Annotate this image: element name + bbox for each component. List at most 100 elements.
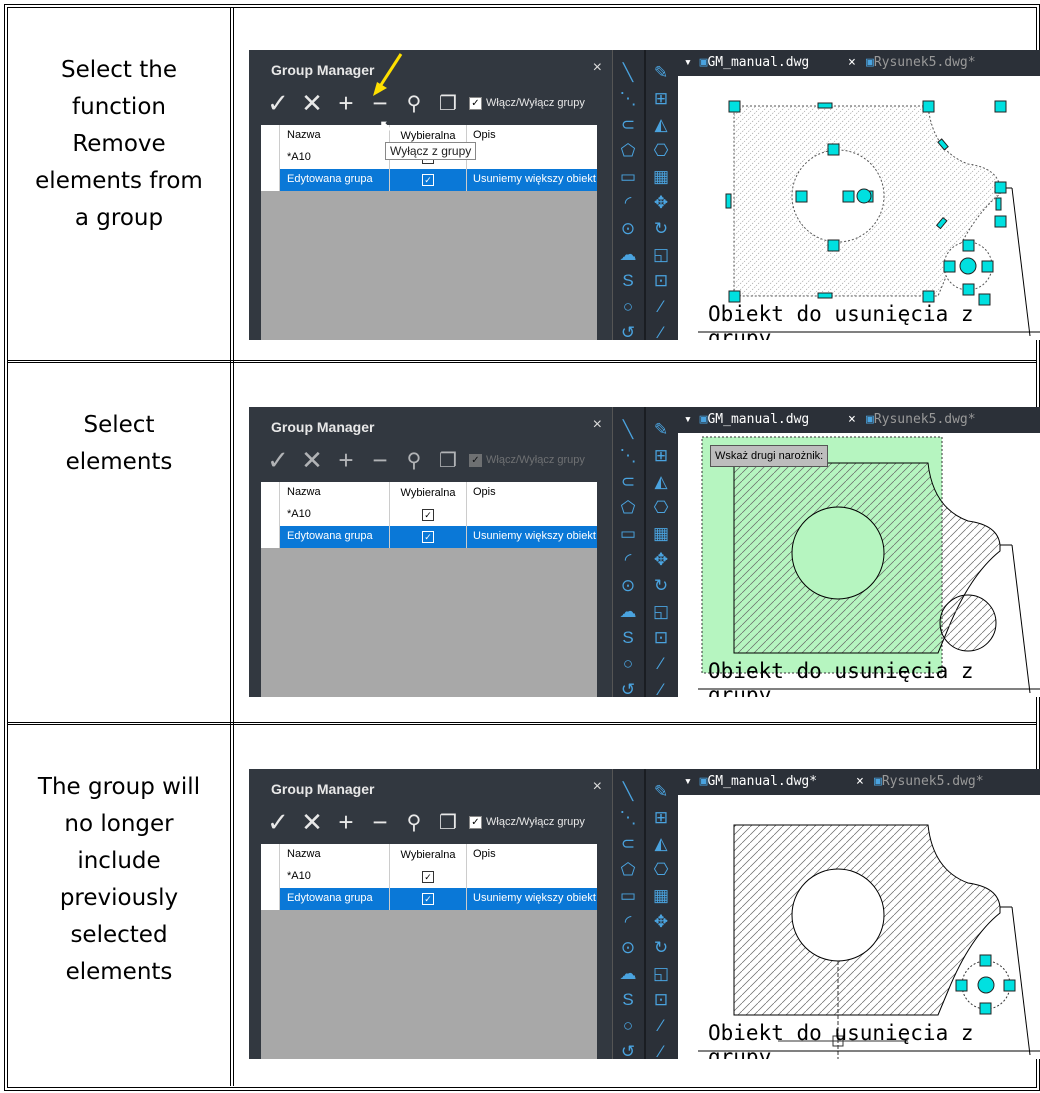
accept-icon[interactable]: ✓	[261, 88, 295, 119]
group-name: *A10	[287, 870, 311, 882]
drawing-canvas[interactable]: Obiekt do usunięcia z grupy	[678, 795, 1040, 1059]
toggle-label: Włącz/Wyłącz grupy	[486, 816, 585, 828]
toggle-groups-checkbox[interactable]: ✓ Włącz/Wyłącz grupy	[469, 96, 585, 110]
tab-other[interactable]: ▣Rysunek5.dwg*	[866, 55, 976, 70]
command-prompt: Wskaż drugi narożnik:	[710, 445, 829, 467]
copy-icon[interactable]: ❐	[431, 448, 465, 473]
draw-tools[interactable]: ╲ ⋱ ⊂ ⬠ ▭ ◜ ⊙ ☁ S ○ ↺	[613, 60, 643, 340]
group-manager-panel: Group Manager × ✓ ✕ + − ⚲ ❐ ✓ Włącz/Wyłąc…	[249, 769, 612, 1059]
accept-icon[interactable]: ✓	[261, 807, 295, 838]
toggle-label: Włącz/Wyłącz grupy	[486, 454, 585, 466]
column-header[interactable]: Opis	[473, 486, 496, 498]
toolbar: ✓ ✕ + − ⚲ ❐ ✓ Włącz/Wyłącz grupy	[261, 88, 585, 118]
selectable-checkbox[interactable]: ✓	[422, 174, 434, 187]
close-icon[interactable]: ×	[593, 59, 602, 77]
add-icon[interactable]: +	[329, 445, 363, 476]
step-description: Select elements	[65, 412, 173, 475]
tab-active[interactable]: ▾ ▣GM_manual.dwg	[684, 412, 809, 427]
group-name: *A10	[287, 508, 311, 520]
add-icon[interactable]: +	[329, 807, 363, 838]
document-tabs: ▾ ▣GM_manual.dwg* × ▣Rysunek5.dwg*	[678, 769, 1040, 795]
remove-icon[interactable]: −	[363, 445, 397, 476]
column-header[interactable]: Opis	[473, 848, 496, 860]
table-row[interactable]: Edytowana grupa ✓ Usuniemy większy obiek…	[261, 169, 597, 191]
table-row[interactable]: *A10 ✓	[261, 504, 597, 526]
tab-active[interactable]: ▾ ▣GM_manual.dwg*	[684, 774, 817, 789]
tool-palette: ╲ ⋱ ⊂ ⬠ ▭ ◜ ⊙ ☁ S ○ ↺ ✎ ⊞ ◭ ⎔ ▦ ✥ ↻ ◱ ⊡ ⁄ ⁄	[612, 50, 679, 340]
drawing	[698, 436, 1040, 694]
tab-other[interactable]: ▣Rysunek5.dwg*	[874, 774, 984, 789]
table-row[interactable]: Edytowana grupa ✓ Usuniemy większy obiek…	[261, 526, 597, 548]
step-description: Select the function Remove elements from…	[35, 57, 203, 231]
screenshot-1: Group Manager × ✓ ✕ + − ⚲ ❐ ✓ Włącz/Wyłąc…	[249, 50, 1040, 340]
group-name: *A10	[287, 151, 311, 163]
panel-title: Group Manager	[271, 419, 375, 435]
grid-header: Nazwa Wybieralna Opis	[261, 844, 597, 866]
delete-icon[interactable]: ✕	[295, 807, 329, 838]
column-header[interactable]: Nazwa	[287, 129, 321, 141]
column-header[interactable]: Opis	[473, 129, 496, 141]
copy-icon[interactable]: ❐	[431, 810, 465, 835]
add-icon[interactable]: +	[329, 88, 363, 119]
step-row-2: Select elements Group Manager × ✓ ✕ + − …	[8, 363, 1040, 722]
modify-tools[interactable]: ✎ ⊞ ◭ ⎔ ▦ ✥ ↻ ◱ ⊡ ⁄ ⁄	[646, 60, 676, 340]
draw-tools[interactable]: ╲ ⋱ ⊂ ⬠ ▭ ◜ ⊙ ☁ S ○ ↺	[613, 417, 643, 697]
drawing-canvas[interactable]: Wskaż drugi narożnik: Obiekt do usunięci…	[678, 433, 1040, 697]
drawing-canvas[interactable]: Obiekt do usunięcia z grupy	[678, 76, 1040, 340]
checkbox[interactable]: ✓	[469, 815, 482, 829]
column-header[interactable]: Nazwa	[287, 486, 321, 498]
accept-icon[interactable]: ✓	[261, 445, 295, 476]
checkbox[interactable]: ✓	[469, 453, 482, 467]
zoom-icon[interactable]: ⚲	[397, 810, 431, 835]
close-icon[interactable]: ×	[593, 778, 602, 796]
zoom-icon[interactable]: ⚲	[397, 448, 431, 473]
close-icon[interactable]: ×	[593, 416, 602, 434]
close-icon[interactable]: ×	[848, 55, 856, 70]
toggle-groups-checkbox[interactable]: ✓ Włącz/Wyłącz grupy	[469, 815, 585, 829]
group-name: Edytowana grupa	[287, 530, 373, 542]
table-row[interactable]: Edytowana grupa ✓ Usuniemy większy obiek…	[261, 888, 597, 910]
drawing	[698, 100, 1040, 337]
panel-title: Group Manager	[271, 781, 375, 797]
tool-palette: ╲ ⋱ ⊂ ⬠ ▭ ◜ ⊙ ☁ S ○ ↺ ✎ ⊞ ◭ ⎔ ▦ ✥ ↻ ◱ ⊡ ⁄ ⁄	[612, 769, 679, 1059]
column-header[interactable]: Wybieralna	[389, 482, 467, 504]
document-tabs: ▾ ▣GM_manual.dwg × ▣Rysunek5.dwg*	[678, 407, 1040, 433]
step-description: The group will no longer include previou…	[37, 774, 201, 985]
close-icon[interactable]: ×	[856, 774, 864, 789]
table-row[interactable]: *A10 ✓	[261, 866, 597, 888]
tab-other[interactable]: ▣Rysunek5.dwg*	[866, 412, 976, 427]
group-grid: Nazwa Wybieralna Opis *A10 ✓ Edytowana g…	[261, 482, 597, 697]
selectable-checkbox[interactable]: ✓	[422, 871, 434, 884]
remove-icon[interactable]: −	[363, 807, 397, 838]
modify-tools[interactable]: ✎ ⊞ ◭ ⎔ ▦ ✥ ↻ ◱ ⊡ ⁄ ⁄	[646, 417, 676, 697]
draw-tools[interactable]: ╲ ⋱ ⊂ ⬠ ▭ ◜ ⊙ ☁ S ○ ↺	[613, 779, 643, 1059]
group-manager-panel: Group Manager × ✓ ✕ + − ⚲ ❐ ✓ Włącz/Wyłąc…	[249, 407, 612, 697]
group-desc: Usuniemy większy obiekt	[473, 173, 596, 185]
column-header[interactable]: Wybieralna	[389, 844, 467, 866]
cursor-icon: ⬉	[379, 118, 393, 135]
copy-icon[interactable]: ❐	[431, 91, 465, 116]
grid-header: Nazwa Wybieralna Opis	[261, 482, 597, 504]
delete-icon[interactable]: ✕	[295, 445, 329, 476]
checkbox[interactable]: ✓	[469, 96, 482, 110]
toggle-groups-checkbox[interactable]: ✓ Włącz/Wyłącz grupy	[469, 453, 585, 467]
selectable-checkbox[interactable]: ✓	[422, 893, 434, 906]
document-tabs: ▾ ▣GM_manual.dwg × ▣Rysunek5.dwg*	[678, 50, 1040, 76]
drawing-caption: Obiekt do usunięcia z grupy	[708, 659, 974, 697]
selectable-checkbox[interactable]: ✓	[422, 509, 434, 522]
tool-palette: ╲ ⋱ ⊂ ⬠ ▭ ◜ ⊙ ☁ S ○ ↺ ✎ ⊞ ◭ ⎔ ▦ ✥ ↻ ◱ ⊡ ⁄ ⁄	[612, 407, 679, 697]
drawing	[698, 824, 1040, 1059]
group-desc: Usuniemy większy obiekt	[473, 892, 596, 904]
step-row-1: Select the function Remove elements from…	[8, 8, 1040, 360]
column-header[interactable]: Nazwa	[287, 848, 321, 860]
drawing-caption: Obiekt do usunięcia z grupy	[708, 302, 974, 340]
tooltip: Wyłącz z grupy	[385, 142, 477, 160]
modify-tools[interactable]: ✎ ⊞ ◭ ⎔ ▦ ✥ ↻ ◱ ⊡ ⁄ ⁄	[646, 779, 676, 1059]
delete-icon[interactable]: ✕	[295, 88, 329, 119]
group-desc: Usuniemy większy obiekt	[473, 530, 596, 542]
selectable-checkbox[interactable]: ✓	[422, 531, 434, 544]
tab-active[interactable]: ▾ ▣GM_manual.dwg	[684, 55, 809, 70]
toolbar: ✓ ✕ + − ⚲ ❐ ✓ Włącz/Wyłącz grupy	[261, 445, 585, 475]
close-icon[interactable]: ×	[848, 412, 856, 427]
step-row-3: The group will no longer include previou…	[8, 725, 1040, 1086]
